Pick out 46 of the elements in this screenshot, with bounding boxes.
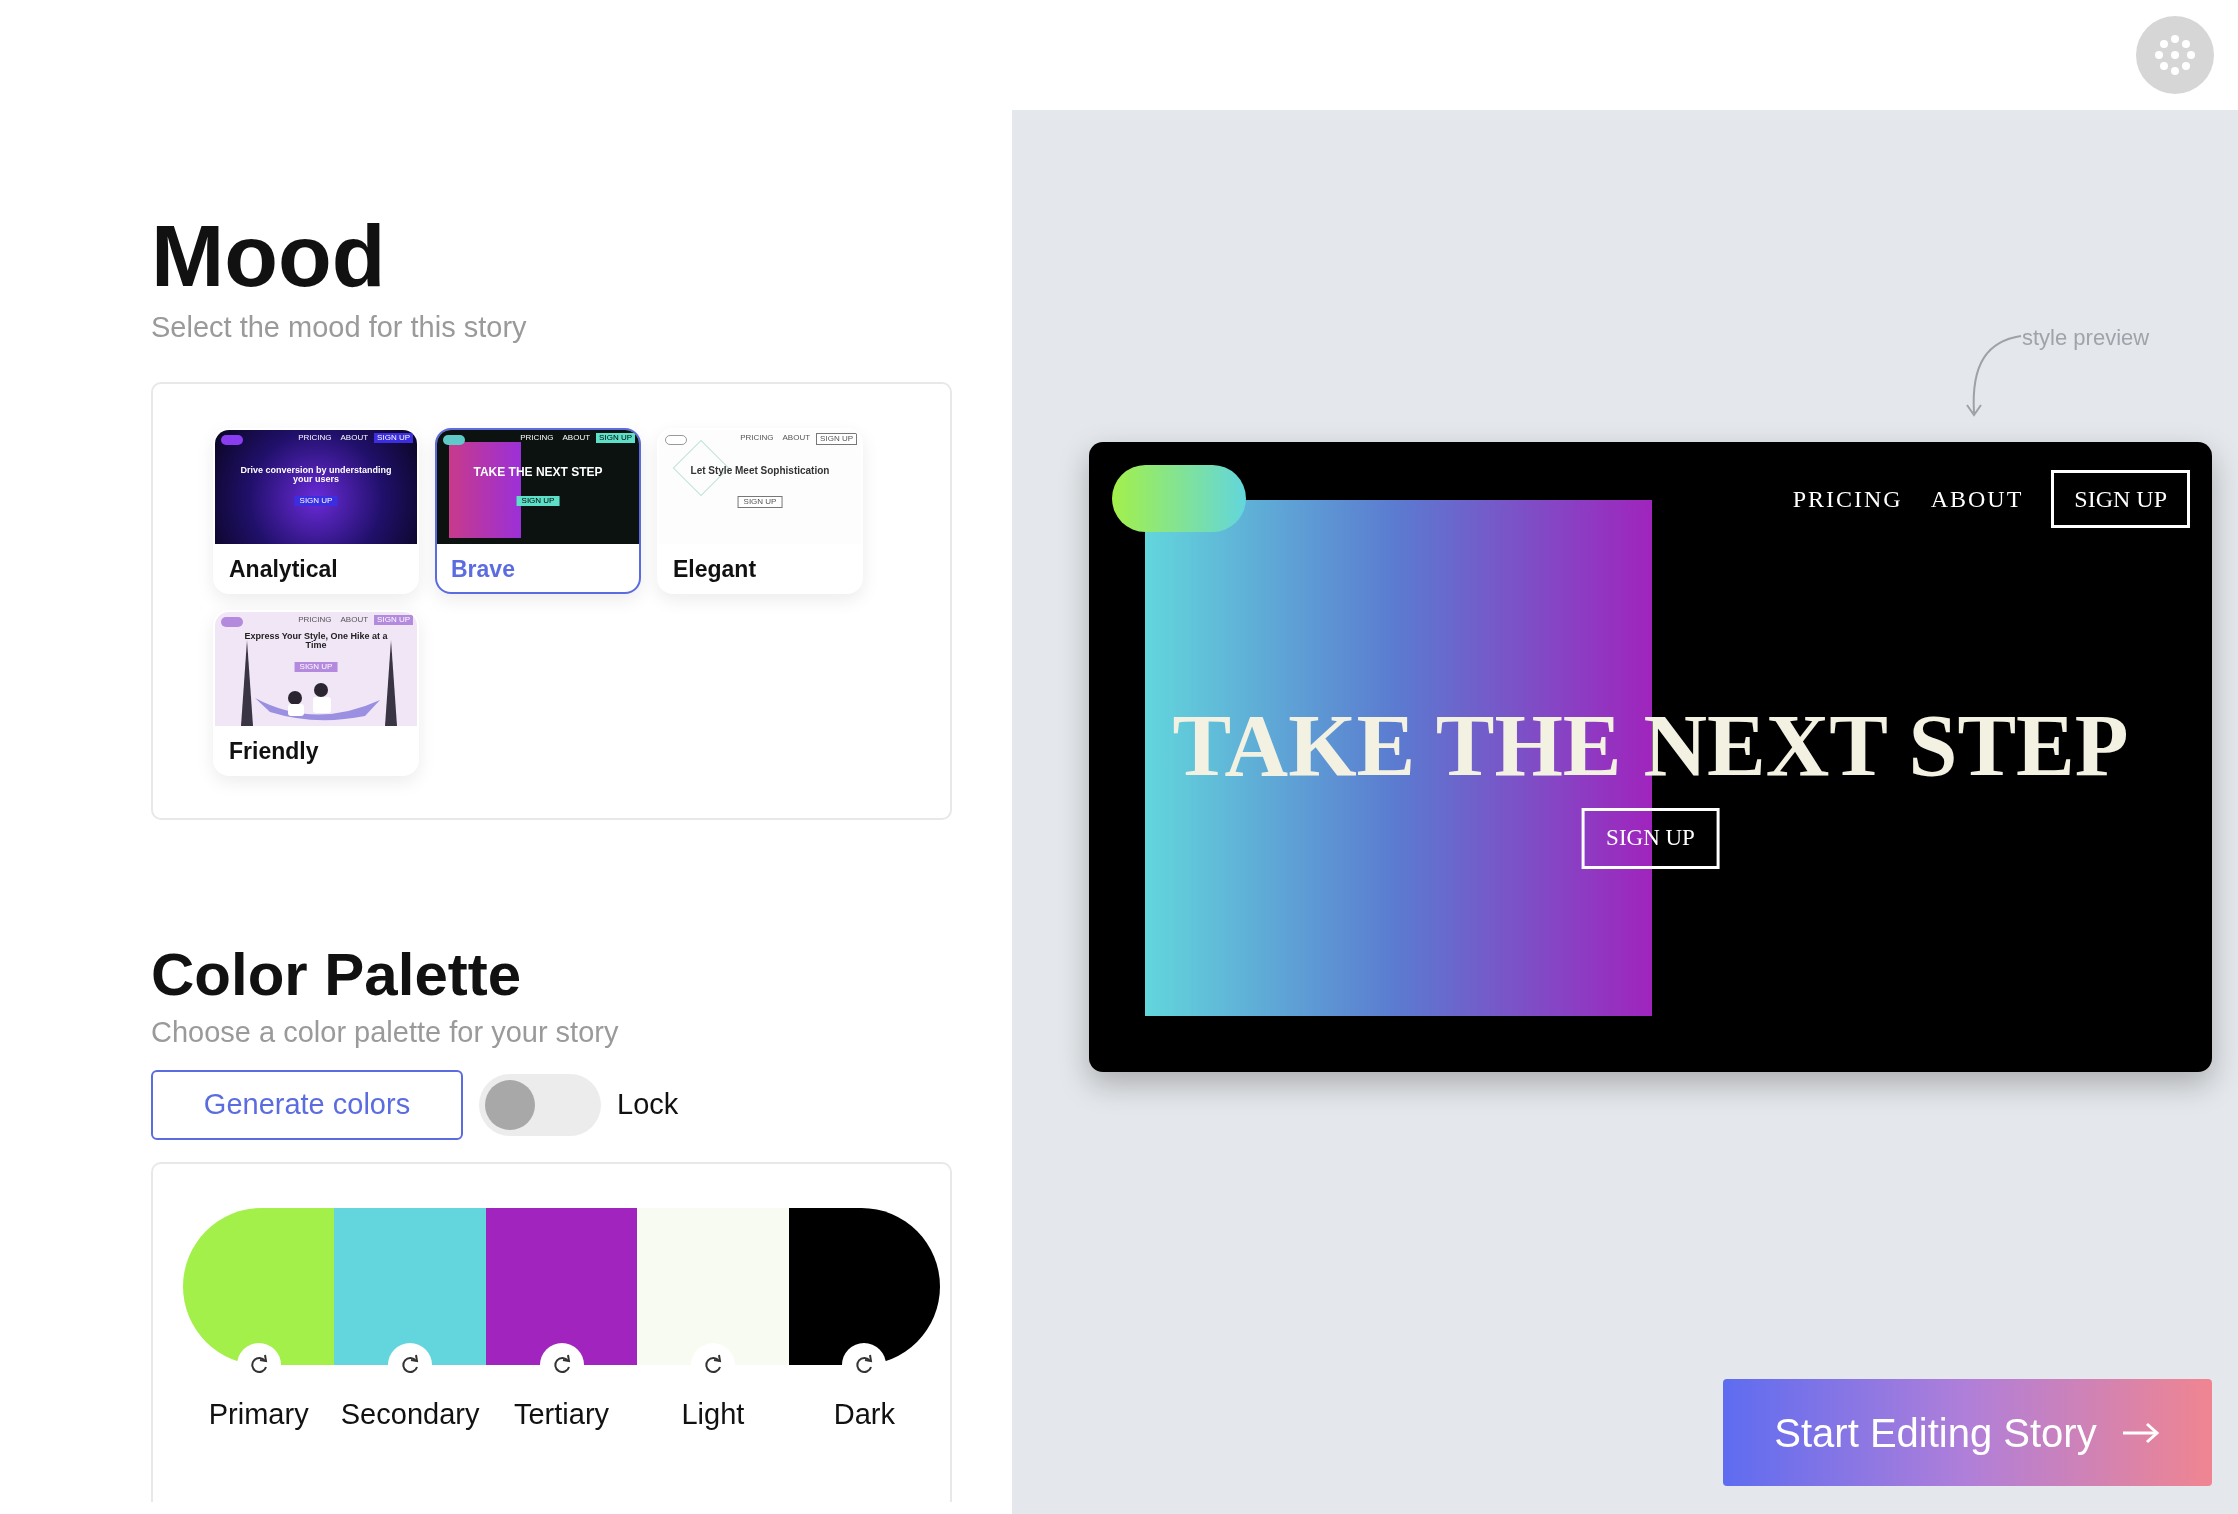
thumbnail-headline: Express Your Style, One Hike at a Time (243, 631, 389, 651)
nav-button: SIGN UP (374, 614, 413, 626)
swatch-label: Secondary (340, 1397, 480, 1432)
nav-button: SIGN UP (596, 432, 635, 444)
nav-link: ABOUT (781, 432, 812, 444)
color-swatch[interactable] (637, 1208, 789, 1365)
arrow-right-icon (2120, 1420, 2161, 1445)
swatch-label: Light (681, 1397, 745, 1432)
nav-link[interactable]: ABOUT (1930, 481, 2024, 517)
dots-icon (2152, 32, 2198, 78)
color-swatch[interactable] (334, 1208, 486, 1365)
logo-pill (221, 434, 243, 445)
nav-link: PRICING (519, 432, 555, 444)
nav-link: PRICING (739, 432, 775, 444)
generate-colors-button[interactable]: Generate colors (151, 1070, 463, 1140)
color-swatch[interactable] (485, 1208, 638, 1365)
nav-link[interactable]: PRICING (1792, 481, 1903, 517)
nav-button: SIGN UP (374, 432, 413, 444)
thumbnail-button: SIGN UP (294, 661, 338, 673)
section-subtitle: Select the mood for this story (151, 310, 528, 345)
logo-pill (665, 434, 687, 445)
thumbnail-button: SIGN UP (737, 495, 783, 509)
swatch-label: Dark (833, 1397, 895, 1432)
thumbnail-button: SIGN UP (516, 495, 560, 507)
swatch-label: Tertiary (513, 1397, 610, 1432)
nav-button: SIGN UP (816, 432, 857, 446)
lock-label: Lock (617, 1087, 679, 1123)
signup-button[interactable]: SIGN UP (2051, 470, 2190, 528)
annotation-text: style preview (2022, 324, 2150, 352)
nav-link: ABOUT (561, 432, 592, 444)
section-title: Color Palette (151, 944, 523, 1005)
thumbnail-button: SIGN UP (294, 495, 338, 507)
thumbnail-headline: Drive conversion by understanding your users (239, 465, 393, 485)
logo-pill (443, 434, 465, 445)
thumbnail-headline: Let Style Meet Sophistication (689, 465, 831, 476)
mood-card[interactable]: PRICING ABOUT SIGN UP Express Your Style, One Hike at a Time SIGN UP Friendly (213, 609, 419, 776)
nav-link: ABOUT (339, 432, 370, 444)
section-subtitle: Choose a color palette for your story (151, 1014, 620, 1050)
mood-card[interactable]: PRICING ABOUT SIGN UP Let Style Meet Sophistication SIGN UP Elegant (657, 427, 863, 594)
mood-card[interactable]: PRICING ABOUT SIGN UP Drive conversion by understanding your users SIGN UP Analytical (213, 427, 419, 594)
logo-pill (221, 616, 243, 627)
nav-link: PRICING (297, 432, 333, 444)
nav-link: PRICING (297, 614, 333, 626)
nav-link: ABOUT (339, 614, 370, 626)
section-title: Mood (151, 212, 387, 300)
swatch-label: Primary (208, 1397, 309, 1432)
